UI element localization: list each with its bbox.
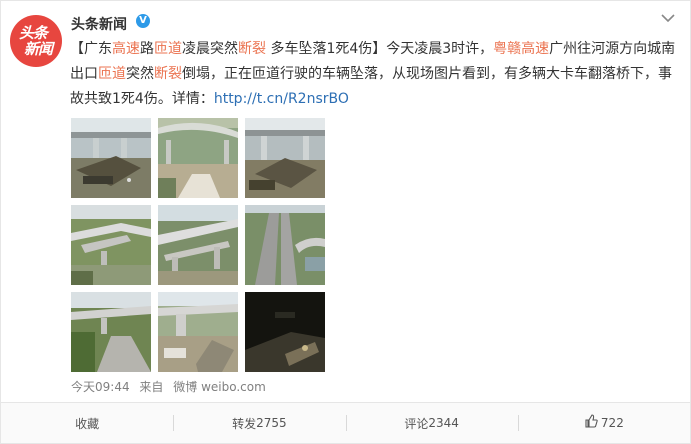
post-text-segment: 路: [140, 41, 154, 57]
keyword-highlight: 匝道: [98, 66, 126, 82]
avatar-text-line1: 头条: [18, 24, 48, 42]
author-name[interactable]: 头条新闻: [71, 14, 127, 34]
photo-collapsed-span-2[interactable]: [158, 205, 238, 285]
photo-bridge-wreck-1[interactable]: [71, 118, 151, 198]
photo-bridge-river-left[interactable]: [71, 292, 151, 372]
verified-badge-icon: V: [136, 14, 150, 28]
keyword-highlight: 高速: [112, 41, 140, 57]
comment-button[interactable]: 评论 2344: [345, 403, 518, 443]
keyword-highlight: 断裂: [238, 41, 266, 57]
post-text-segment: 多车坠落1死4伤】今天凌晨3时许，: [266, 41, 494, 57]
post-source[interactable]: 微博 weibo.com: [173, 380, 266, 394]
weibo-post-card: 头条 新闻 头条新闻 V 【广东高速路匝道凌晨突然断裂 多车坠落1死4伤】今天凌…: [0, 0, 691, 444]
detail-url-link[interactable]: http://t.cn/R2nsrBO: [214, 91, 349, 107]
topic-link[interactable]: 粤赣高速: [493, 41, 549, 57]
post-time[interactable]: 今天09:44: [71, 380, 130, 394]
photo-night-scene[interactable]: [245, 292, 325, 372]
avatar-text-line2: 新闻: [23, 40, 53, 58]
photo-bridge-wreck-2[interactable]: [245, 118, 325, 198]
repost-label: 转发: [232, 416, 257, 431]
keyword-highlight: 匝道: [154, 41, 182, 57]
repost-button[interactable]: 转发 2755: [173, 403, 345, 443]
like-button[interactable]: 722: [517, 403, 690, 443]
photo-highway-aerial[interactable]: [245, 205, 325, 285]
comment-count: 2344: [428, 416, 459, 430]
from-label: 来自: [139, 380, 164, 394]
post-text-segment: 突然: [126, 66, 154, 82]
post-text-segment: 【广东: [70, 41, 112, 57]
post-text: 【广东高速路匝道凌晨突然断裂 多车坠落1死4伤】今天凌晨3时许，粤赣高速广州往河…: [70, 37, 676, 112]
post-meta: 今天09:44 来自 微博 weibo.com: [71, 378, 272, 395]
collect-label: 收藏: [75, 416, 100, 431]
collect-button[interactable]: 收藏: [1, 403, 173, 443]
post-text-segment: 凌晨突然: [182, 41, 238, 57]
action-bar: 收藏 转发 2755 评论 2344 722: [1, 402, 690, 443]
photo-grid: [71, 118, 325, 372]
repost-count: 2755: [256, 416, 287, 430]
comment-label: 评论: [404, 416, 429, 431]
author-avatar[interactable]: 头条 新闻: [10, 15, 62, 67]
thumbs-up-icon: [584, 414, 598, 432]
chevron-down-icon[interactable]: [661, 11, 675, 27]
photo-bridge-pier-debris[interactable]: [158, 292, 238, 372]
keyword-highlight: 断裂: [154, 66, 182, 82]
photo-collapsed-ramp-aerial[interactable]: [158, 118, 238, 198]
like-count: 722: [600, 416, 624, 430]
photo-collapsed-span-1[interactable]: [71, 205, 151, 285]
